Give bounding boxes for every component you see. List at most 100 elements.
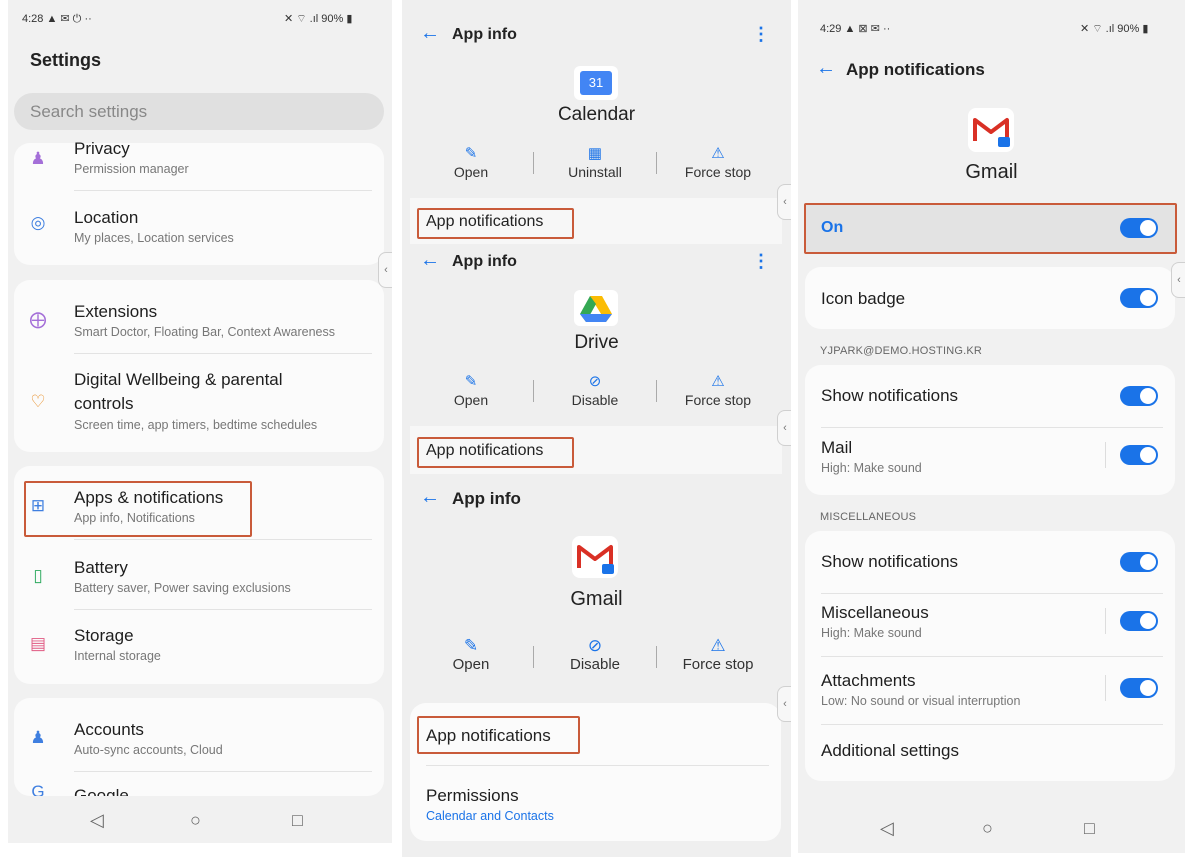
account-section-label: YJPARK@DEMO.HOSTING.KR: [820, 345, 983, 357]
uninstall-button[interactable]: ▦ Uninstall: [540, 145, 650, 181]
status-bar-right: ✕ ⌔ .ıl 90% ▮: [284, 13, 353, 25]
action-label: Uninstall: [568, 164, 622, 180]
wellbeing-icon: ♡: [30, 392, 46, 411]
back-arrow-icon[interactable]: ←: [420, 486, 440, 509]
nav-bar: ◁ ○ □: [8, 795, 392, 843]
item-subtitle: Internal storage: [74, 649, 161, 663]
nav-recents-icon[interactable]: □: [1084, 818, 1095, 839]
miscellaneous-channel-row[interactable]: Miscellaneous High: Make sound: [805, 594, 1175, 656]
warning-icon: ⚠: [711, 145, 725, 162]
edge-panel-handle[interactable]: ‹: [777, 686, 791, 722]
edge-panel-handle[interactable]: ‹: [1171, 262, 1185, 298]
edge-panel-handle[interactable]: ‹: [777, 184, 791, 220]
settings-item-accounts[interactable]: ♟ Accounts Auto-sync accounts, Cloud: [14, 698, 384, 772]
permissions-row[interactable]: Permissions Calendar and Contacts: [410, 766, 781, 836]
settings-item-extensions[interactable]: ⨁ Extensions Smart Doctor, Floating Bar,…: [14, 280, 384, 354]
item-title: Privacy: [74, 139, 130, 158]
more-options-icon[interactable]: ⋮: [752, 251, 770, 272]
nav-home-icon[interactable]: ○: [190, 810, 201, 831]
icon-badge-label: Icon badge: [821, 289, 906, 308]
more-options-icon[interactable]: ⋮: [752, 24, 770, 45]
app-info-header: ← App info ⋮: [402, 247, 791, 287]
extensions-icon: ⨁: [29, 310, 47, 329]
misc-section-label: MISCELLANEOUS: [820, 511, 917, 523]
search-placeholder: Search settings: [30, 102, 148, 121]
accounts-icon: ♟: [30, 728, 46, 747]
mail-toggle[interactable]: [1120, 445, 1158, 465]
action-label: Disable: [569, 656, 621, 673]
settings-card-extensions: ⨁ Extensions Smart Doctor, Floating Bar,…: [14, 280, 384, 452]
app-name: Drive: [574, 332, 619, 353]
nav-bar: ◁ ○ □: [798, 803, 1185, 853]
status-bar-right: ✕ ⌔ .ıl 90% ▮: [1080, 23, 1149, 35]
nav-home-icon[interactable]: ○: [982, 818, 993, 839]
settings-card-accounts: ♟ Accounts Auto-sync accounts, Cloud G G…: [14, 698, 384, 796]
header-title: App info: [452, 26, 517, 43]
icon-badge-toggle[interactable]: [1120, 288, 1158, 308]
nav-recents-icon[interactable]: □: [292, 810, 303, 831]
settings-item-location[interactable]: ◎ Location My places, Location services: [14, 191, 384, 263]
settings-item-privacy[interactable]: ♟ Privacy Permission manager: [14, 139, 384, 191]
back-arrow-icon[interactable]: ←: [816, 57, 836, 80]
show-notifications-row[interactable]: Show notifications: [805, 531, 1175, 593]
show-notifications-toggle[interactable]: [1120, 386, 1158, 406]
open-button[interactable]: ✎ Open: [416, 637, 526, 673]
disable-button[interactable]: ⊘ Disable: [540, 373, 650, 409]
settings-item-digital-wellbeing[interactable]: ♡ Digital Wellbeing & parental controls …: [14, 354, 384, 452]
app-info-header: ← App info ⋮: [402, 20, 791, 60]
account-card: Show notifications Mail High: Make sound: [805, 365, 1175, 495]
miscellaneous-subtitle: High: Make sound: [821, 626, 922, 640]
settings-item-storage[interactable]: ▤ Storage Internal storage: [14, 610, 384, 680]
attachments-toggle[interactable]: [1120, 678, 1158, 698]
highlight-app-notifications-3: [417, 716, 580, 754]
edge-panel-handle[interactable]: ‹: [378, 252, 392, 288]
item-subtitle: My places, Location services: [74, 231, 234, 245]
trash-icon: ▦: [587, 145, 603, 162]
status-bar-left: 4:29 ▲ ⊠ ✉ ··: [820, 23, 891, 35]
app-name: Calendar: [557, 104, 636, 125]
open-button[interactable]: ✎ Open: [416, 374, 526, 409]
highlight-apps-notifications: [24, 481, 252, 537]
icon-badge-row[interactable]: Icon badge: [805, 267, 1175, 329]
status-bar-left: 4:28 ▲ ✉ ⏻ ··: [22, 13, 92, 25]
show-notifications-row[interactable]: Show notifications: [805, 365, 1175, 427]
settings-item-battery[interactable]: ▯ Battery Battery saver, Power saving ex…: [14, 540, 384, 610]
gmail-app-icon: [968, 108, 1014, 152]
item-title: Digital Wellbeing & parental: [74, 370, 283, 389]
miscellaneous-toggle[interactable]: [1120, 611, 1158, 631]
nav-back-icon[interactable]: ◁: [880, 818, 894, 839]
edge-panel-handle[interactable]: ‹: [777, 410, 791, 446]
item-subtitle: Permission manager: [74, 162, 189, 176]
force-stop-button[interactable]: ⚠ Force stop: [663, 145, 773, 181]
google-icon: G: [31, 782, 45, 796]
action-label: Disable: [571, 392, 619, 408]
attachments-channel-row[interactable]: Attachments Low: No sound or visual inte…: [805, 657, 1175, 723]
back-arrow-icon[interactable]: ←: [420, 22, 440, 45]
force-stop-button[interactable]: ⚠ Force stop: [663, 374, 773, 409]
mail-channel-row[interactable]: Mail High: Make sound: [805, 428, 1175, 494]
settings-item-google[interactable]: G Google: [14, 772, 384, 796]
item-title: Accounts: [74, 720, 144, 739]
show-notifications-label: Show notifications: [821, 386, 959, 405]
disable-button[interactable]: ⊘ Disable: [540, 637, 650, 673]
item-subtitle: Screen time, app timers, bedtime schedul…: [74, 418, 318, 432]
attachments-title: Attachments: [821, 671, 916, 690]
force-stop-button[interactable]: ⚠ Force stop: [663, 637, 773, 673]
storage-icon: ▤: [29, 634, 47, 653]
additional-settings-row[interactable]: Additional settings: [805, 725, 1175, 781]
item-subtitle: Smart Doctor, Floating Bar, Context Awar…: [74, 325, 336, 339]
location-icon: ◎: [30, 213, 46, 232]
disable-icon: ⊘: [588, 373, 602, 390]
page-title: Settings: [30, 50, 102, 70]
item-title: Location: [74, 208, 139, 227]
app-info-header: ← App info: [402, 484, 791, 524]
item-title: Battery: [74, 558, 128, 577]
item-subtitle: Battery saver, Power saving exclusions: [74, 581, 291, 595]
search-input[interactable]: Search settings: [14, 93, 384, 130]
open-button[interactable]: ✎ Open: [416, 146, 526, 181]
back-arrow-icon[interactable]: ←: [420, 249, 440, 272]
permissions-subtitle: Calendar and Contacts: [426, 809, 554, 823]
app-name: Gmail: [965, 161, 1018, 183]
show-notifications-toggle[interactable]: [1120, 552, 1158, 572]
nav-back-icon[interactable]: ◁: [90, 810, 104, 831]
